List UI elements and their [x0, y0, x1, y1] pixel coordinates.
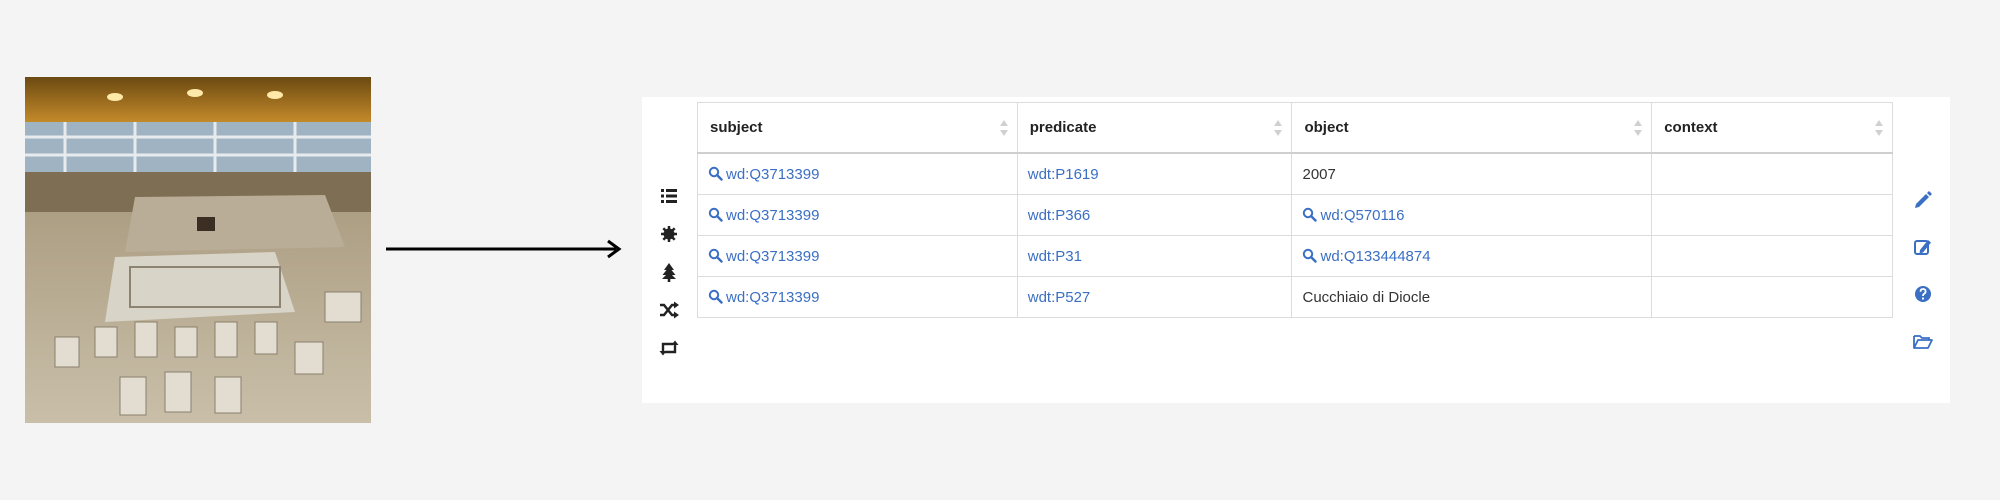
subject-link[interactable]: wd:Q3713399 [708, 248, 819, 265]
sort-icon[interactable] [1875, 120, 1884, 136]
object-link[interactable]: wd:Q570116 [1302, 207, 1404, 224]
subject-cell: wd:Q3713399 [697, 152, 1018, 195]
context-cell [1651, 152, 1893, 195]
subject-link[interactable]: wd:Q3713399 [708, 289, 819, 306]
gear-icon[interactable] [658, 223, 680, 245]
object-literal: Cucchiaio di Diocle [1302, 288, 1431, 306]
predicate-link[interactable]: wdt:P366 [1028, 207, 1091, 224]
help-icon[interactable] [1912, 283, 1934, 305]
search-icon[interactable] [1302, 207, 1320, 224]
object-cell: wd:Q570116 [1291, 194, 1653, 236]
object-cell: wd:Q133444874 [1291, 235, 1653, 277]
sort-icon[interactable] [1634, 120, 1643, 136]
object-cell: 2007 [1291, 152, 1653, 195]
predicate-cell: wdt:P1619 [1016, 152, 1293, 195]
object-cell: Cucchiaio di Diocle [1291, 276, 1653, 318]
column-header-context[interactable]: context [1651, 102, 1893, 154]
context-cell [1651, 235, 1893, 277]
column-header-subject[interactable]: subject [697, 102, 1018, 154]
table-row: wd:Q3713399 wdt:P31 wd:Q133444874 [697, 235, 1893, 277]
table-row: wd:Q3713399 wdt:P1619 2007 [697, 152, 1893, 195]
search-icon[interactable] [1302, 248, 1320, 265]
table-row: wd:Q3713399 wdt:P366 wd:Q570116 [697, 194, 1893, 236]
predicate-cell: wdt:P527 [1016, 276, 1293, 318]
excavation-photo [25, 77, 371, 423]
subject-cell: wd:Q3713399 [697, 276, 1018, 318]
list-icon[interactable] [658, 185, 680, 207]
context-cell [1651, 276, 1893, 318]
subject-link[interactable]: wd:Q3713399 [708, 207, 819, 224]
folder-open-icon[interactable] [1912, 330, 1934, 352]
object-literal: 2007 [1302, 165, 1336, 183]
search-icon[interactable] [708, 248, 726, 265]
predicate-cell: wdt:P31 [1016, 235, 1293, 277]
predicate-link[interactable]: wdt:P527 [1028, 289, 1091, 306]
tree-icon[interactable] [658, 261, 680, 283]
table-row: wd:Q3713399 wdt:P527 Cucchiaio di Diocle [697, 276, 1893, 318]
sort-icon[interactable] [1274, 120, 1283, 136]
subject-link[interactable]: wd:Q3713399 [708, 166, 819, 183]
search-icon[interactable] [708, 289, 726, 306]
column-header-object[interactable]: object [1291, 102, 1653, 154]
predicate-link[interactable]: wdt:P1619 [1028, 166, 1099, 183]
subject-cell: wd:Q3713399 [697, 194, 1018, 236]
column-header-predicate[interactable]: predicate [1016, 102, 1293, 154]
edit-square-icon[interactable] [1912, 236, 1934, 258]
search-icon[interactable] [708, 207, 726, 224]
object-link[interactable]: wd:Q133444874 [1302, 248, 1431, 265]
right-toolbar [1912, 189, 1934, 377]
predicate-link[interactable]: wdt:P31 [1028, 248, 1082, 265]
table-header-row: subject predicate object context [697, 102, 1893, 154]
left-toolbar [658, 185, 680, 375]
triples-panel: subject predicate object context wd:Q371… [642, 97, 1950, 403]
retweet-icon[interactable] [658, 337, 680, 359]
triples-table: subject predicate object context wd:Q371… [697, 102, 1893, 318]
sort-icon[interactable] [999, 120, 1009, 136]
search-icon[interactable] [708, 166, 726, 183]
predicate-cell: wdt:P366 [1016, 194, 1293, 236]
subject-cell: wd:Q3713399 [697, 235, 1018, 277]
pencil-icon[interactable] [1912, 189, 1934, 211]
right-arrow-icon [386, 237, 626, 261]
shuffle-icon[interactable] [658, 299, 680, 321]
context-cell [1651, 194, 1893, 236]
table-body: wd:Q3713399 wdt:P1619 2007 wd:Q3713399 wdt:P… [697, 152, 1893, 318]
